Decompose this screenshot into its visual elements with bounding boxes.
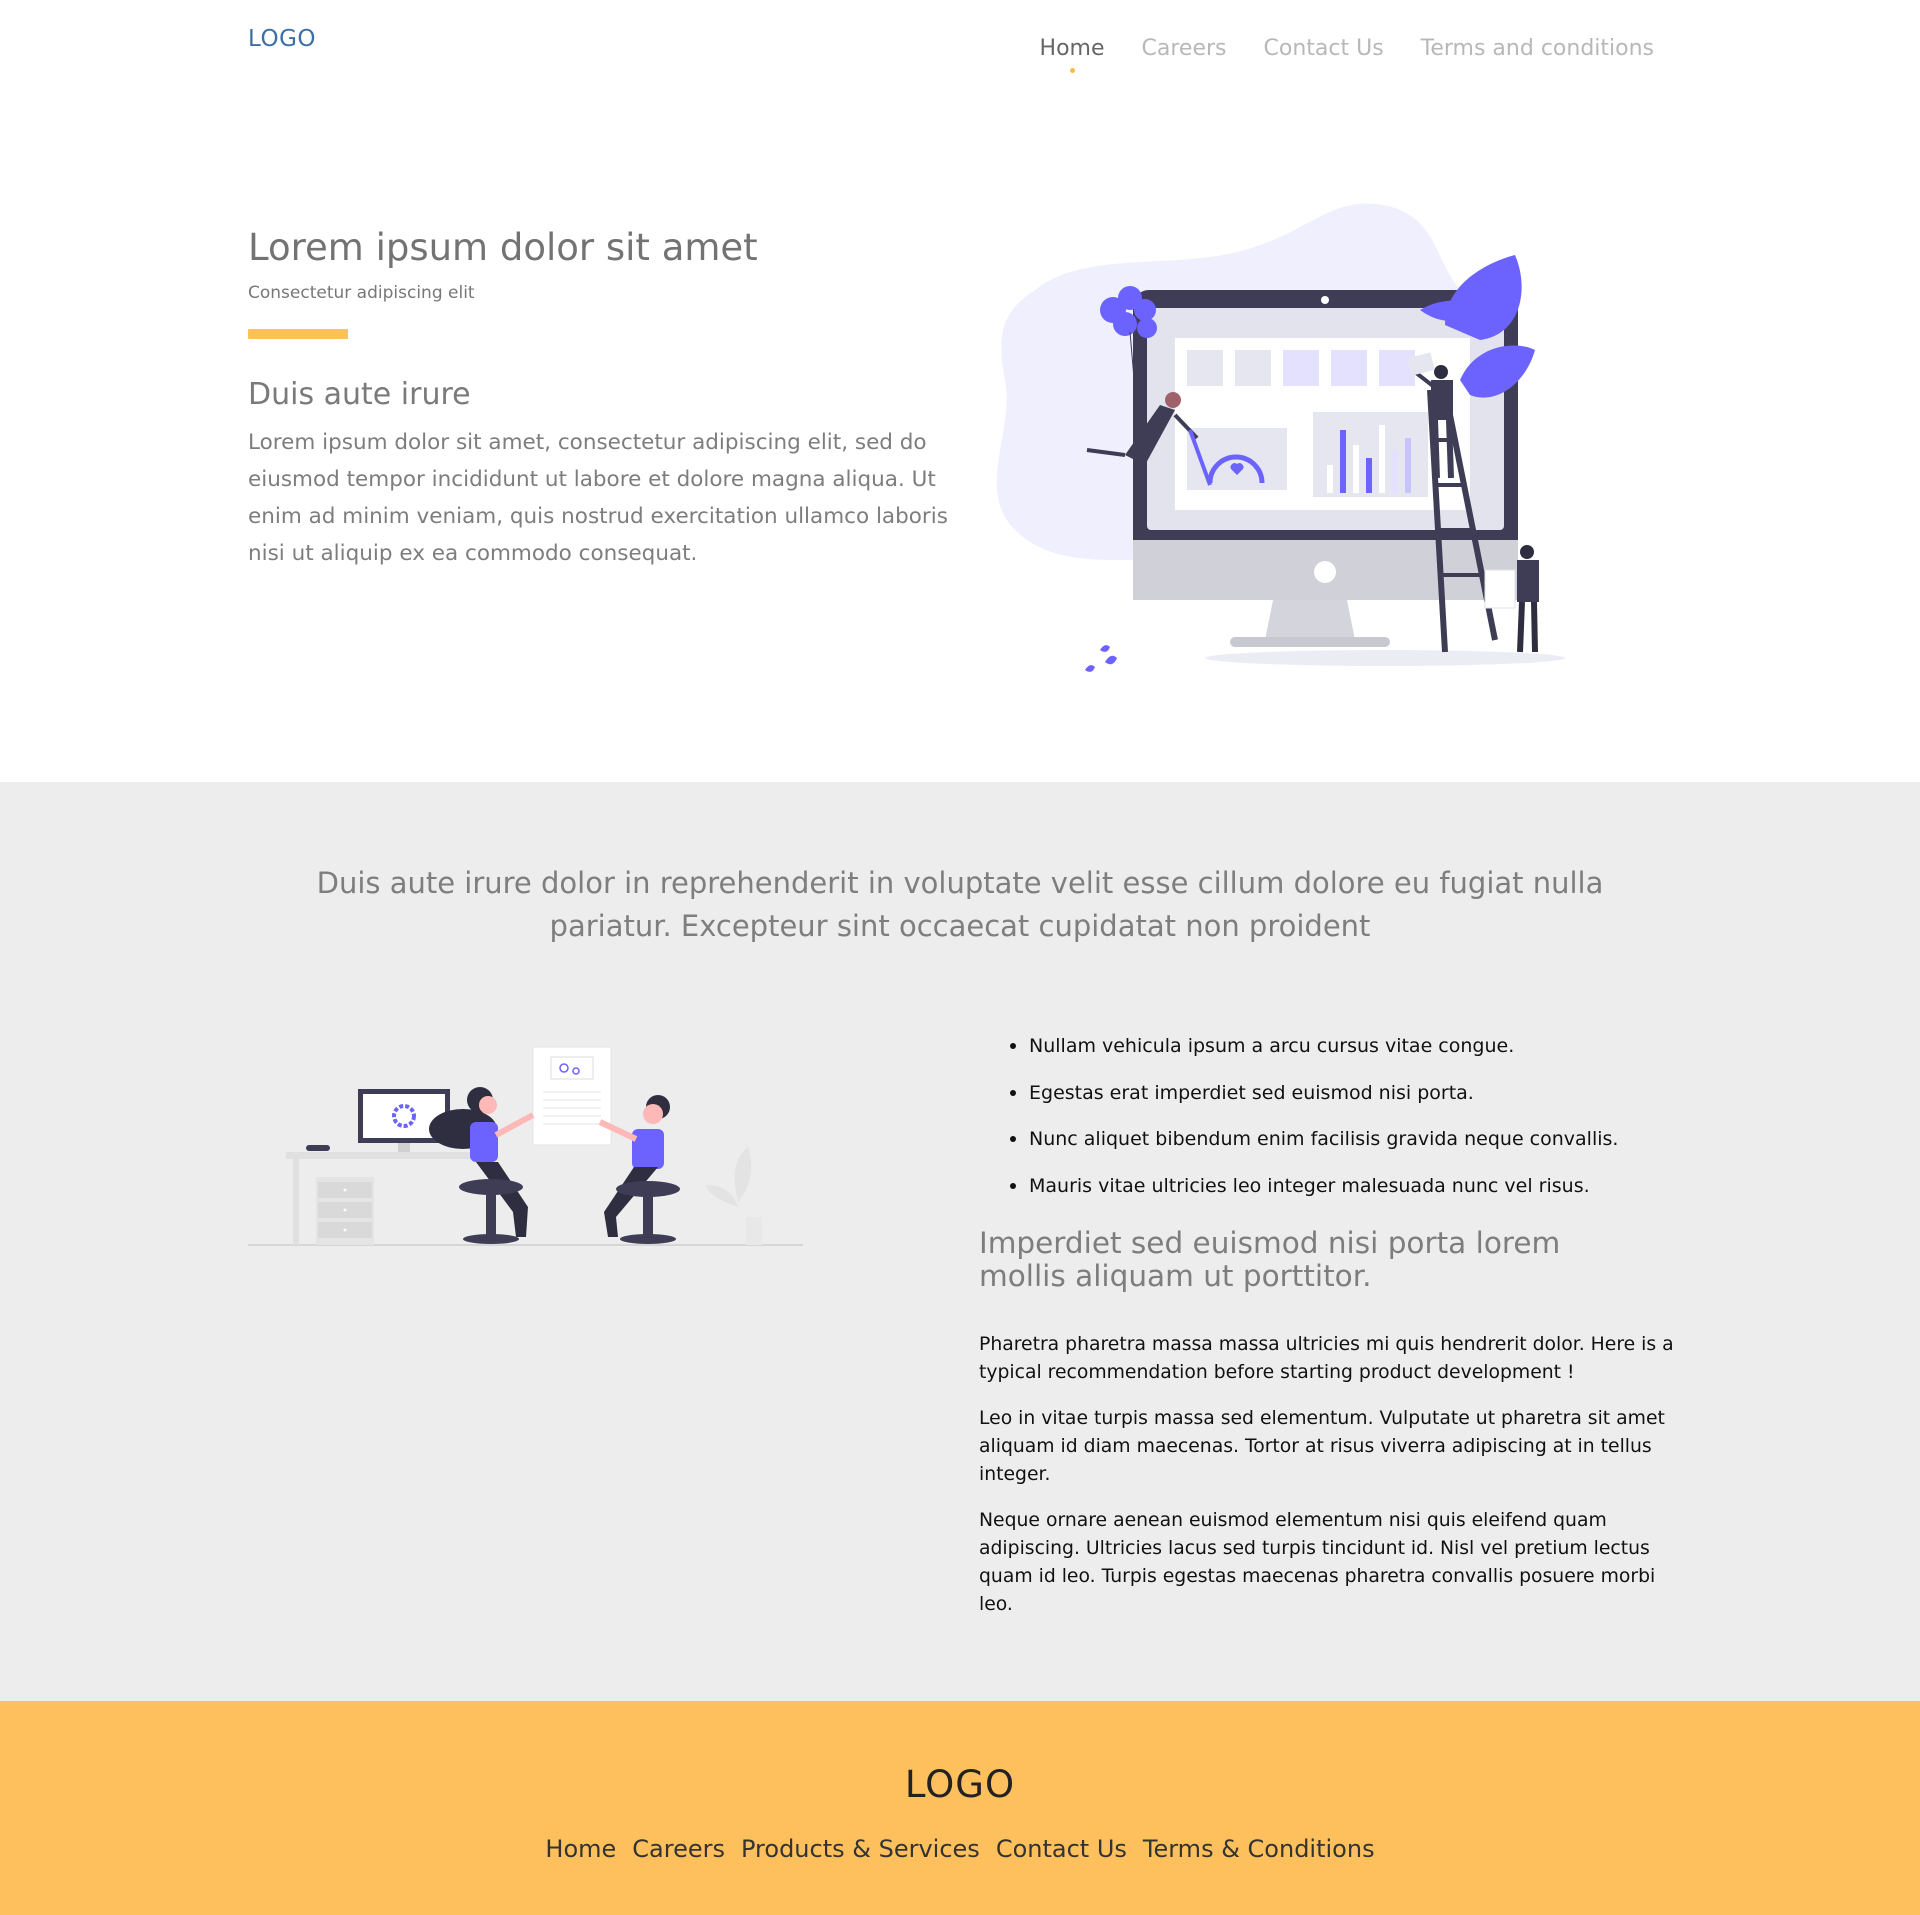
list-item: Nullam vehicula ipsum a arcu cursus vita… <box>979 1035 1679 1057</box>
nav-careers[interactable]: Careers <box>1142 36 1227 61</box>
dashboard-illustration-icon <box>975 200 1595 700</box>
nav-contact-us[interactable]: Contact Us <box>1264 36 1384 61</box>
footer-logo[interactable]: LOGO <box>0 1763 1920 1806</box>
teamwork-illustration-icon <box>248 1027 803 1262</box>
list-item: Nunc aliquet bibendum enim facilisis gra… <box>979 1128 1679 1150</box>
footer-nav: Home Careers Products & Services Contact… <box>0 1835 1920 1863</box>
hero-title: Lorem ipsum dolor sit amet <box>248 226 758 269</box>
features-heading: Duis aute irure dolor in reprehenderit i… <box>316 866 1604 943</box>
features-section: Duis aute irure dolor in reprehenderit i… <box>0 782 1920 1701</box>
hero-section: Lorem ipsum dolor sit amet Consectetur a… <box>0 110 1920 782</box>
features-subheading: Imperdiet sed euismod nisi porta lorem m… <box>979 1225 1561 1293</box>
list-item: Egestas erat imperdiet sed euismod nisi … <box>979 1082 1679 1104</box>
header-logo[interactable]: LOGO <box>248 26 316 52</box>
hero-heading: Duis aute irure <box>248 377 471 412</box>
footer-link-home[interactable]: Home <box>545 1835 616 1863</box>
feature-list: Nullam vehicula ipsum a arcu cursus vita… <box>979 1035 1679 1197</box>
list-item: Mauris vitae ultricies leo integer males… <box>979 1175 1679 1197</box>
features-paragraph: Neque ornare aenean euismod elementum ni… <box>979 1509 1656 1615</box>
hero-text: Lorem ipsum dolor sit amet Consectetur a… <box>248 226 948 572</box>
footer-link-careers[interactable]: Careers <box>632 1835 725 1863</box>
site-footer: LOGO Home Careers Products & Services Co… <box>0 1701 1920 1915</box>
site-header: LOGO Home Careers Contact Us Terms and c… <box>0 0 1920 110</box>
features-paragraph: Leo in vitae turpis massa sed elementum.… <box>979 1407 1665 1485</box>
accent-bar <box>248 329 348 339</box>
footer-link-terms[interactable]: Terms & Conditions <box>1143 1835 1375 1863</box>
hero-paragraph: Lorem ipsum dolor sit amet, consectetur … <box>248 430 948 566</box>
footer-link-products-services[interactable]: Products & Services <box>741 1835 980 1863</box>
nav-home[interactable]: Home <box>1040 36 1105 73</box>
main-nav: Home Careers Contact Us Terms and condit… <box>1040 36 1654 73</box>
features-paragraph: Pharetra pharetra massa massa ultricies … <box>979 1333 1674 1383</box>
nav-terms[interactable]: Terms and conditions <box>1421 36 1654 61</box>
features-content: Nullam vehicula ipsum a arcu cursus vita… <box>979 1035 1679 1619</box>
footer-link-contact-us[interactable]: Contact Us <box>996 1835 1127 1863</box>
hero-subtitle: Consectetur adipiscing elit <box>248 283 475 303</box>
